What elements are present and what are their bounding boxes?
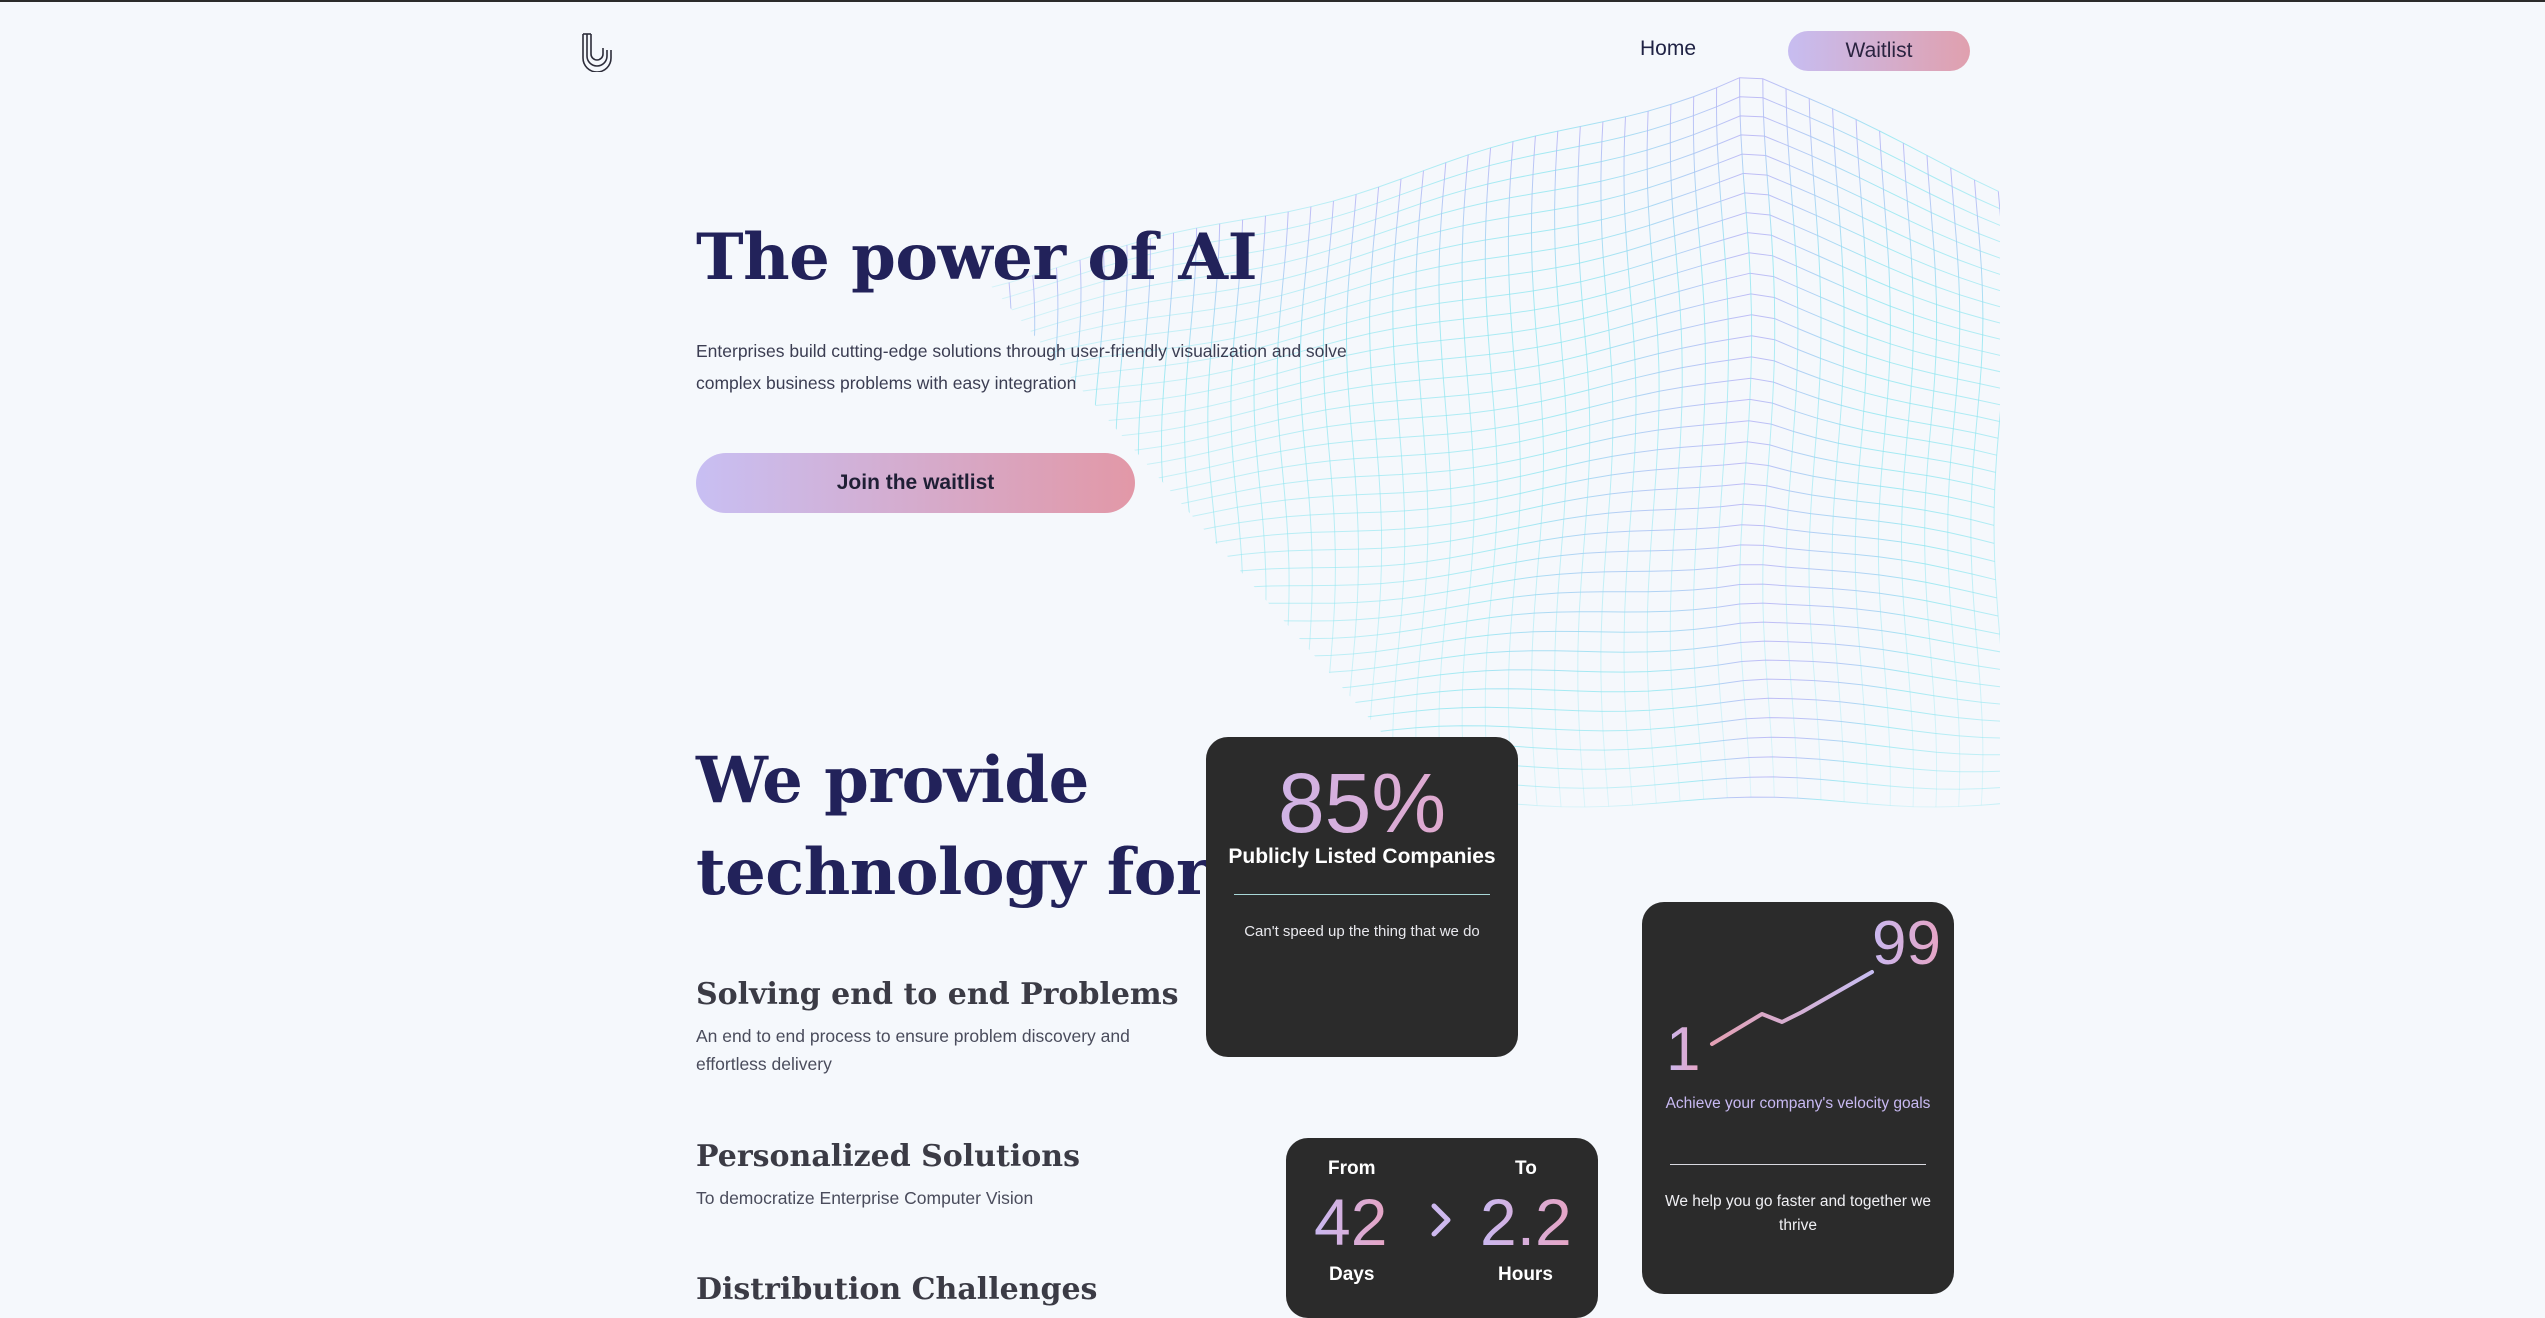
stat-label: Publicly Listed Companies	[1228, 845, 1496, 868]
nav-waitlist-button[interactable]: Waitlist	[1788, 31, 1970, 71]
hero-description: Enterprises build cutting-edge solutions…	[696, 341, 1347, 393]
stat-card-companies: 85% Publicly Listed Companies Can't spee…	[1206, 737, 1518, 1057]
feature-description-end-to-end: An end to end process to ensure problem …	[696, 1026, 1130, 1074]
nav-home-link[interactable]: Home	[1640, 37, 1696, 61]
mesh-line	[1669, 104, 1683, 802]
mesh-line	[1507, 141, 1521, 804]
mesh-line	[1970, 179, 1984, 806]
mesh-line	[1554, 131, 1568, 807]
mesh-line	[1924, 155, 1938, 808]
time-to-value: 2.2	[1480, 1185, 1572, 1259]
velocity-end-value: 99	[1872, 909, 1941, 978]
mesh-line	[1577, 126, 1591, 808]
feature-title-personalized: Personalized Solutions	[696, 1139, 1080, 1174]
mesh-line	[1762, 78, 1776, 798]
hero-title: The power of AI	[696, 220, 1258, 295]
time-from-value: 42	[1314, 1185, 1388, 1259]
velocity-note: We help you go faster and together we th…	[1665, 1193, 1931, 1234]
mesh-line	[1900, 143, 1915, 807]
mesh-line	[1530, 135, 1545, 806]
mesh-line	[1739, 77, 1753, 798]
company-logo-icon[interactable]	[575, 28, 619, 72]
wave-mesh-graphic	[900, 77, 2000, 822]
mesh-line	[1369, 186, 1383, 798]
feature-title-end-to-end: Solving end to end Problems	[696, 977, 1179, 1012]
join-waitlist-button[interactable]: Join the waitlist	[696, 453, 1135, 513]
velocity-start-value: 1	[1666, 1015, 1701, 1084]
mesh-line	[1785, 88, 1799, 799]
mesh-line	[1484, 147, 1498, 802]
stat-percentage: 85%	[1206, 755, 1518, 851]
mesh-line	[1600, 121, 1614, 807]
chevron-right-icon	[1431, 1203, 1451, 1237]
provide-section-title: We provide technology for	[696, 743, 1210, 910]
mesh-line	[1854, 119, 1868, 804]
time-to-label: To	[1515, 1158, 1537, 1179]
divider	[1670, 1164, 1926, 1165]
mesh-line	[1392, 178, 1406, 798]
feature-description-personalized: To democratize Enterprise Computer Visio…	[696, 1188, 1034, 1208]
mesh-line	[1415, 170, 1429, 798]
mesh-line	[1808, 98, 1822, 800]
velocity-caption: Achieve your company's velocity goals	[1665, 1095, 1931, 1112]
time-to-unit: Hours	[1498, 1264, 1553, 1285]
stat-card-velocity: 99 1 Achieve your company's velocity goa…	[1642, 902, 1954, 1294]
mesh-line	[1692, 96, 1706, 800]
stat-note: Can't speed up the thing that we do	[1244, 923, 1480, 940]
time-from-unit: Days	[1329, 1264, 1375, 1285]
feature-title-distribution: Distribution Challenges	[696, 1272, 1098, 1307]
mesh-line	[1646, 111, 1660, 804]
mesh-line	[1623, 116, 1637, 806]
mesh-line	[1461, 154, 1475, 800]
mesh-line	[1993, 191, 2000, 645]
mesh-line	[1715, 87, 1730, 798]
mesh-line	[1438, 162, 1452, 799]
mesh-line	[1831, 108, 1845, 802]
time-from-label: From	[1328, 1158, 1376, 1179]
mesh-line	[1947, 167, 1961, 807]
stat-card-time: From To 42 2.2 Days Hours	[1286, 1138, 1598, 1318]
divider	[1234, 894, 1490, 895]
